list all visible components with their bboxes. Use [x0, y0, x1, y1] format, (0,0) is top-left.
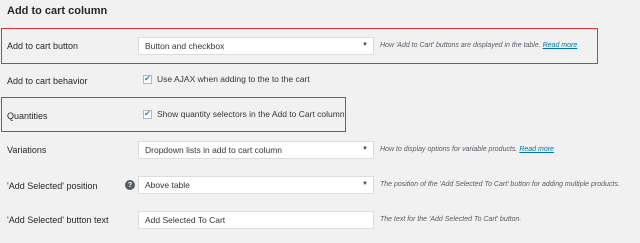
- label-add-to-cart-button: Add to cart button: [7, 41, 79, 51]
- read-more-link[interactable]: Read more: [543, 42, 578, 49]
- desc-variations: How to display options for variable prod…: [380, 146, 554, 153]
- desc-text: How 'Add to Cart' buttons are displayed …: [380, 42, 541, 49]
- checkbox-label-ajax: Use AJAX when adding to the to the cart: [157, 74, 310, 84]
- checkbox-quantities[interactable]: ✔: [143, 109, 152, 119]
- chevron-down-icon: ▼: [362, 181, 368, 187]
- desc-text: How to display options for variable prod…: [380, 146, 518, 153]
- desc-add-to-cart-button: How 'Add to Cart' buttons are displayed …: [380, 42, 577, 49]
- read-more-link[interactable]: Read more: [519, 146, 554, 153]
- label-quantities: Quantities: [7, 111, 48, 121]
- select-add-to-cart-button[interactable]: Button and checkbox ▼: [138, 37, 374, 55]
- input-value: Add Selected To Cart: [145, 215, 226, 225]
- checkbox-ajax[interactable]: ✔: [143, 74, 152, 84]
- select-variations[interactable]: Dropdown lists in add to cart column ▼: [138, 141, 374, 159]
- section-title: Add to cart column: [7, 5, 108, 17]
- help-icon[interactable]: ?: [125, 180, 135, 190]
- chevron-down-icon: ▼: [362, 146, 368, 152]
- chevron-down-icon: ▼: [362, 42, 368, 48]
- label-add-selected-position: 'Add Selected' position: [7, 181, 98, 191]
- desc-add-selected-position: The position of the 'Add Selected To Car…: [380, 181, 620, 188]
- select-value: Button and checkbox: [145, 41, 225, 51]
- label-add-to-cart-behavior: Add to cart behavior: [7, 76, 88, 86]
- checkmark-icon: ✔: [144, 109, 151, 118]
- checkbox-row-ajax[interactable]: ✔ Use AJAX when adding to the to the car…: [143, 74, 310, 84]
- select-add-selected-position[interactable]: Above table ▼: [138, 176, 374, 194]
- select-value: Dropdown lists in add to cart column: [145, 145, 283, 155]
- checkbox-label-quantities: Show quantity selectors in the Add to Ca…: [157, 109, 345, 119]
- checkmark-icon: ✔: [144, 74, 151, 83]
- checkbox-row-quantities[interactable]: ✔ Show quantity selectors in the Add to …: [143, 109, 345, 119]
- label-add-selected-text: 'Add Selected' button text: [7, 215, 109, 225]
- label-variations: Variations: [7, 145, 47, 155]
- desc-add-selected-text: The text for the 'Add Selected To Cart' …: [380, 216, 522, 223]
- select-value: Above table: [145, 180, 190, 190]
- input-add-selected-text[interactable]: Add Selected To Cart: [138, 211, 374, 229]
